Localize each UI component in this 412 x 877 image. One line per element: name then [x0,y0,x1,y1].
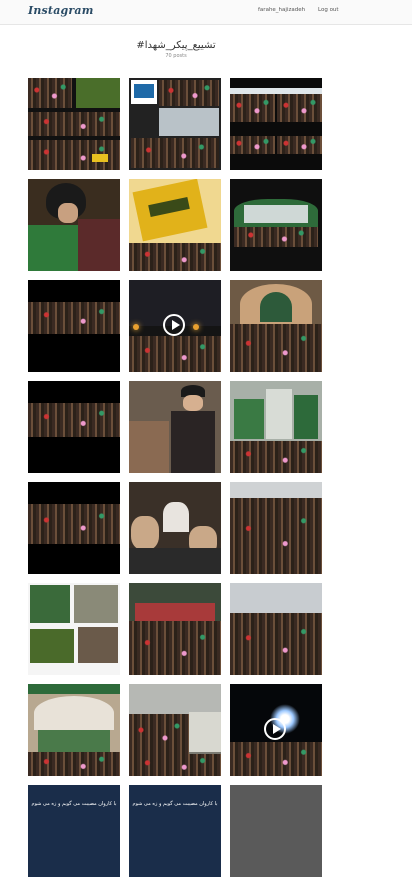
video-tile[interactable] [129,280,221,372]
photo-tile[interactable] [230,78,322,170]
play-icon[interactable] [264,718,286,740]
photo-tile[interactable] [230,785,322,877]
photo-tile[interactable] [28,179,120,271]
photo-tile[interactable] [28,381,120,473]
tile-caption: با کاروان مصیبت می گویم و زه می شوم [28,797,120,811]
instagram-logo[interactable]: Instagram [28,4,94,17]
username-link[interactable]: farahe_hajizadeh [258,7,305,13]
tile-caption: با کاروان مصیبت می گویم و زه می شوم [129,797,221,811]
logout-link[interactable]: Log out [318,7,339,13]
photo-tile[interactable] [28,78,120,170]
photo-tile[interactable] [28,482,120,574]
photo-tile[interactable] [230,280,322,372]
top-navigation-bar: Instagram farahe_hajizadeh Log out [0,0,412,25]
photo-grid: با کاروان مصیبت می گویم و زه می شوم با ک… [28,78,322,877]
photo-tile[interactable] [129,78,221,170]
photo-tile[interactable] [129,684,221,776]
photo-tile[interactable]: با کاروان مصیبت می گویم و زه می شوم [129,785,221,877]
post-count: 70 posts [165,53,187,59]
hashtag-header: #تشییع_پیکر_شهدا 70 posts [0,40,352,59]
photo-tile[interactable] [28,280,120,372]
photo-tile[interactable] [230,583,322,675]
photo-tile[interactable] [129,583,221,675]
photo-tile[interactable] [230,482,322,574]
photo-tile[interactable] [28,583,120,675]
photo-tile[interactable] [230,381,322,473]
photo-tile[interactable] [129,381,221,473]
photo-tile[interactable]: با کاروان مصیبت می گویم و زه می شوم [28,785,120,877]
photo-tile[interactable] [129,179,221,271]
video-tile[interactable] [230,684,322,776]
photo-tile[interactable] [230,179,322,271]
photo-tile[interactable] [28,684,120,776]
hashtag-title: #تشییع_پیکر_شهدا [136,40,216,51]
photo-tile[interactable] [129,482,221,574]
play-icon[interactable] [163,314,185,336]
